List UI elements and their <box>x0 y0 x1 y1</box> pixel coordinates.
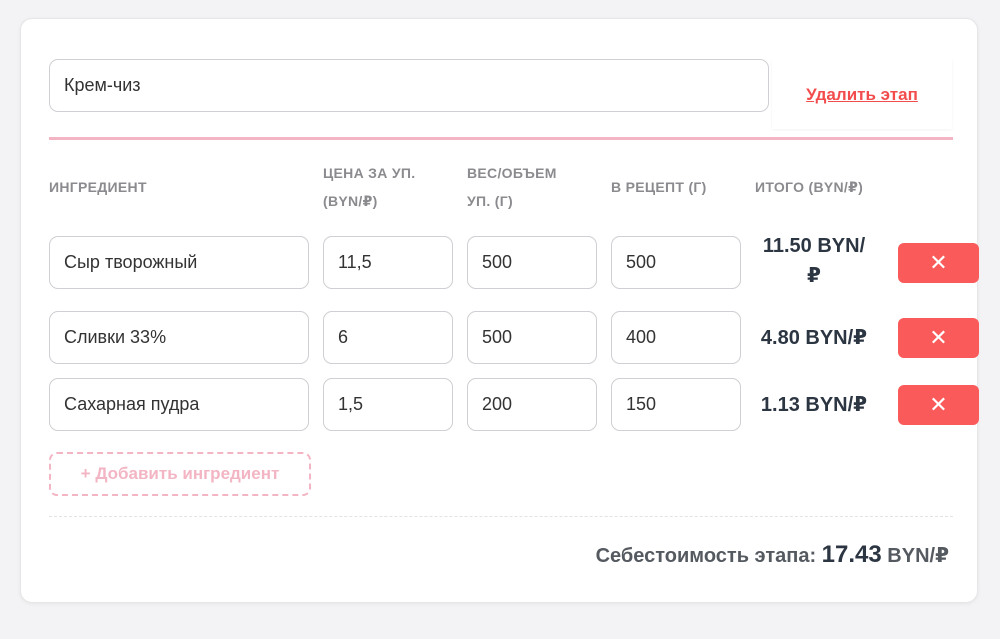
ingredient-name-input[interactable] <box>49 236 309 289</box>
close-icon: ✕ <box>929 392 948 417</box>
header-price-line2: (BYN/₽) <box>323 193 378 209</box>
remove-ingredient-button[interactable]: ✕ <box>898 318 979 358</box>
stage-cost-value: 17.43 <box>821 541 882 568</box>
header-price-line1: ЦЕНА ЗА УП. <box>323 165 416 181</box>
in-recipe-input[interactable] <box>611 236 741 289</box>
weight-input[interactable] <box>467 311 597 364</box>
stage-header: Удалить этап <box>49 59 952 141</box>
close-icon: ✕ <box>929 325 948 350</box>
price-input[interactable] <box>323 236 453 289</box>
stage-cost: Себестоимость этапа: 17.43 BYN/₽ <box>596 541 949 569</box>
stage-card: Удалить этап ИНГРЕДИЕНТ ЦЕНА ЗА УП. (BYN… <box>20 18 979 603</box>
row-total-line1: 11.50 BYN/ <box>762 235 866 257</box>
row-total: 4.80 BYN/₽ <box>744 323 884 353</box>
add-ingredient-button[interactable]: + Добавить ингредиент <box>49 452 311 496</box>
header-weight: ВЕС/ОБЪЕМ УП. (Г) <box>467 159 557 215</box>
row-total-line1: 4.80 BYN/₽ <box>760 327 868 349</box>
header-price: ЦЕНА ЗА УП. (BYN/₽) <box>323 159 415 215</box>
row-total-line2: ₽ <box>807 265 821 287</box>
weight-input[interactable] <box>467 378 597 431</box>
row-total: 1.13 BYN/₽ <box>744 390 884 420</box>
header-ingredient: ИНГРЕДИЕНТ <box>49 179 147 195</box>
header-total: ИТОГО (BYN/₽) <box>755 179 864 195</box>
summary-divider <box>49 516 953 517</box>
delete-stage-button[interactable]: Удалить этап <box>772 59 952 129</box>
close-icon: ✕ <box>929 250 948 275</box>
weight-input[interactable] <box>467 236 597 289</box>
row-total: 11.50 BYN/ ₽ <box>744 231 884 291</box>
stage-name-input[interactable] <box>49 59 769 112</box>
ingredient-name-input[interactable] <box>49 378 309 431</box>
price-input[interactable] <box>323 311 453 364</box>
row-total-line1: 1.13 BYN/₽ <box>760 394 868 416</box>
stage-cost-unit: BYN/₽ <box>887 545 949 567</box>
in-recipe-input[interactable] <box>611 378 741 431</box>
stage-divider <box>49 137 953 140</box>
stage-cost-label: Себестоимость этапа: <box>595 545 817 567</box>
header-in-recipe: В РЕЦЕПТ (Г) <box>611 179 707 195</box>
in-recipe-input[interactable] <box>611 311 741 364</box>
remove-ingredient-button[interactable]: ✕ <box>898 385 979 425</box>
remove-ingredient-button[interactable]: ✕ <box>898 243 979 283</box>
header-weight-line2: УП. (Г) <box>467 193 513 209</box>
price-input[interactable] <box>323 378 453 431</box>
ingredient-name-input[interactable] <box>49 311 309 364</box>
header-weight-line1: ВЕС/ОБЪЕМ <box>467 165 557 181</box>
